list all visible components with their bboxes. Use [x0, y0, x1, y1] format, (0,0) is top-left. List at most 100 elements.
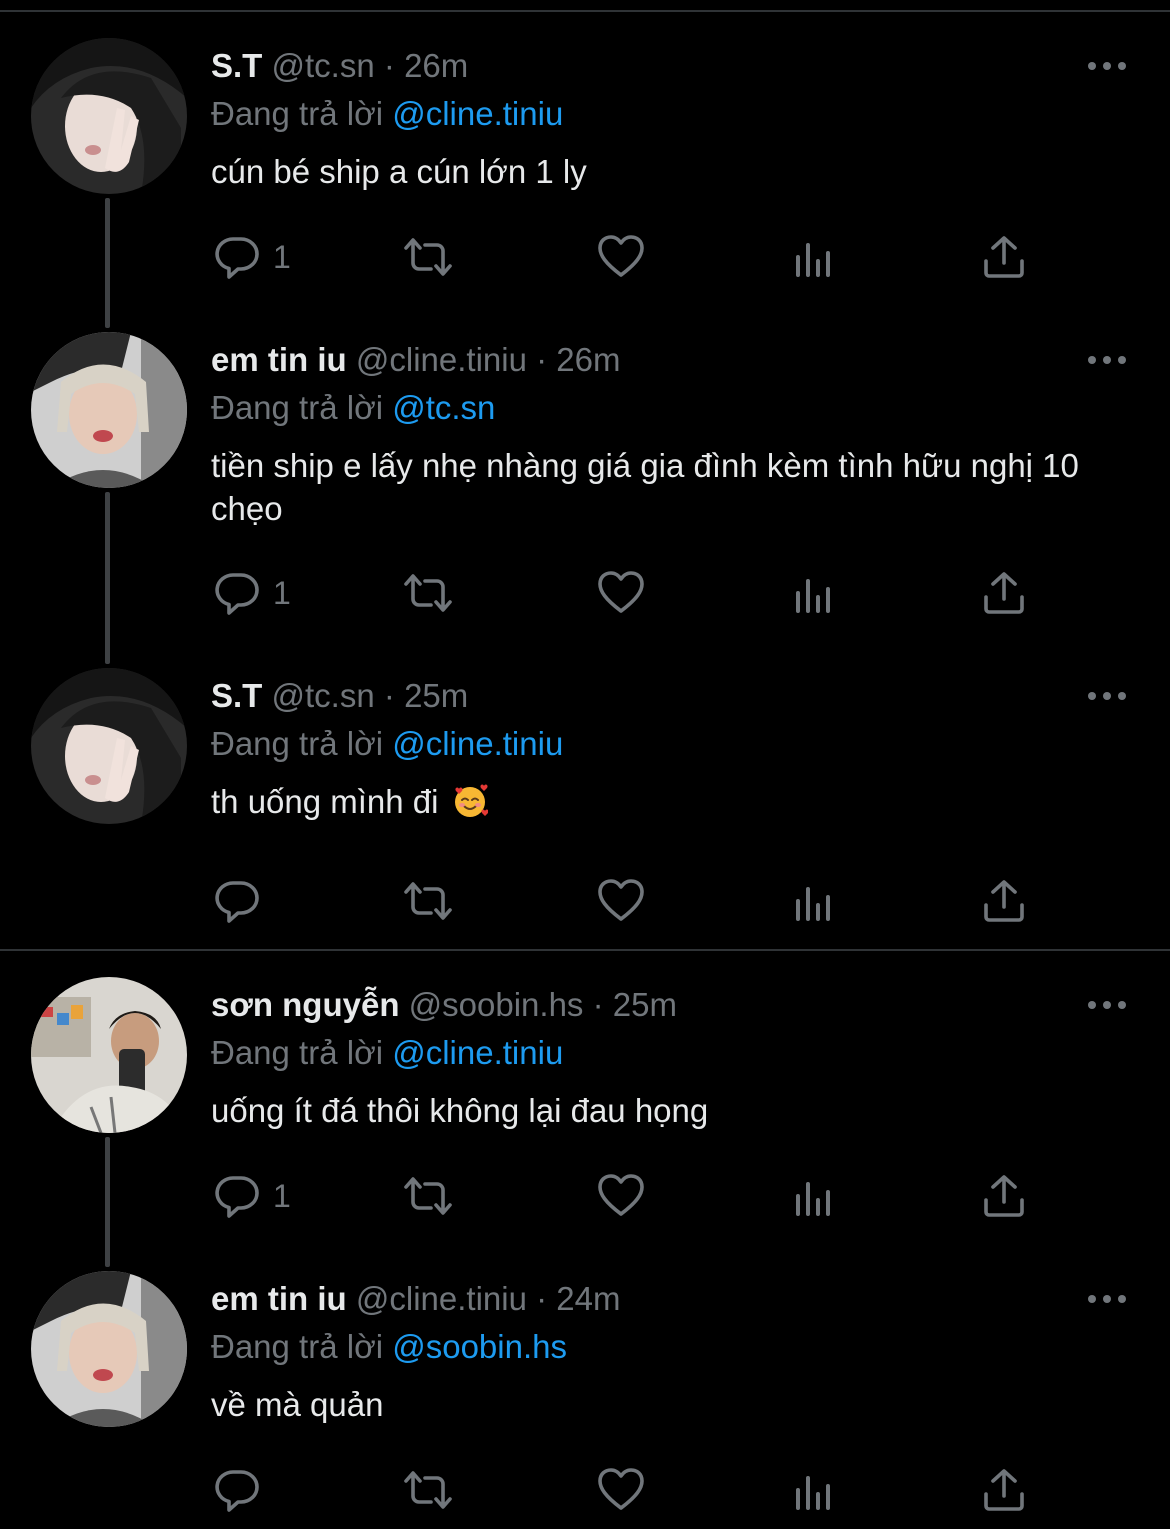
- more-icon[interactable]: [1087, 1291, 1127, 1301]
- views-button[interactable]: [789, 568, 837, 618]
- tweet-actions: [0, 876, 1170, 926]
- like-button[interactable]: [597, 1465, 645, 1515]
- retweet-icon: [400, 233, 456, 281]
- retweet-button[interactable]: [400, 1465, 456, 1515]
- share-icon: [980, 233, 1028, 281]
- tweet-text: tiền ship e lấy nhẹ nhàng giá gia đình k…: [211, 447, 1079, 527]
- reply-icon: [213, 1172, 261, 1220]
- views-icon: [789, 1466, 837, 1514]
- more-icon[interactable]: [1087, 58, 1127, 68]
- views-button[interactable]: [789, 1171, 837, 1221]
- retweet-button[interactable]: [400, 876, 456, 926]
- avatar[interactable]: [31, 1271, 187, 1427]
- retweet-button[interactable]: [400, 568, 456, 618]
- reply-count: 1: [273, 575, 291, 611]
- mention-link[interactable]: @cline.tiniu: [392, 725, 563, 762]
- replying-to-label: Đang trả lời: [211, 725, 384, 762]
- like-button[interactable]: [597, 1171, 645, 1221]
- display-name[interactable]: S.T: [211, 47, 262, 84]
- reply-count: 1: [273, 1178, 291, 1214]
- like-icon: [597, 233, 645, 281]
- replying-to-label: Đang trả lời: [211, 1328, 384, 1365]
- share-icon: [980, 877, 1028, 925]
- retweet-button[interactable]: [400, 232, 456, 282]
- retweet-button[interactable]: [400, 1171, 456, 1221]
- top-divider: [0, 10, 1170, 12]
- tweet-actions: 1: [0, 232, 1170, 282]
- mention-link[interactable]: @tc.sn: [392, 389, 495, 426]
- mention-link[interactable]: @cline.tiniu: [392, 95, 563, 132]
- display-name[interactable]: em tin iu: [211, 1280, 347, 1317]
- display-name[interactable]: S.T: [211, 677, 262, 714]
- reply-icon: [213, 569, 261, 617]
- like-button[interactable]: [597, 568, 645, 618]
- like-button[interactable]: [597, 876, 645, 926]
- like-icon: [597, 1466, 645, 1514]
- timestamp[interactable]: 24m: [556, 1280, 620, 1317]
- avatar[interactable]: [31, 668, 187, 824]
- replying-to: Đang trả lời @cline.tiniu: [211, 1033, 563, 1073]
- views-button[interactable]: [789, 1465, 837, 1515]
- share-button[interactable]: [980, 1171, 1028, 1221]
- display-name[interactable]: sơn nguyễn: [211, 986, 399, 1023]
- tweet-actions: [0, 1465, 1170, 1515]
- reply-button[interactable]: 1: [213, 1171, 291, 1221]
- more-icon[interactable]: [1087, 997, 1127, 1007]
- retweet-icon: [400, 1172, 456, 1220]
- more-icon[interactable]: [1087, 688, 1127, 698]
- more-icon[interactable]: [1087, 352, 1127, 362]
- avatar[interactable]: [31, 332, 187, 488]
- views-icon: [789, 233, 837, 281]
- tweet-header: S.T @tc.sn · 25m: [211, 676, 468, 716]
- reply-button[interactable]: 1: [213, 232, 291, 282]
- replying-to-label: Đang trả lời: [211, 95, 384, 132]
- like-icon: [597, 1172, 645, 1220]
- retweet-icon: [400, 1466, 456, 1514]
- reply-button[interactable]: [213, 876, 273, 926]
- views-button[interactable]: [789, 232, 837, 282]
- mention-link[interactable]: @soobin.hs: [392, 1328, 567, 1365]
- user-handle[interactable]: @cline.tiniu: [356, 1280, 527, 1317]
- share-icon: [980, 569, 1028, 617]
- reply-count: 1: [273, 239, 291, 275]
- smiling-face-with-hearts-icon: [454, 784, 488, 817]
- replying-to: Đang trả lời @soobin.hs: [211, 1327, 567, 1367]
- tweet-header: S.T @tc.sn · 26m: [211, 46, 468, 86]
- tweet-actions: 1: [0, 568, 1170, 618]
- tweet-header: sơn nguyễn @soobin.hs · 25m: [211, 985, 677, 1025]
- views-button[interactable]: [789, 876, 837, 926]
- tweet-header: em tin iu @cline.tiniu · 24m: [211, 1279, 620, 1319]
- mention-link[interactable]: @cline.tiniu: [392, 1034, 563, 1071]
- share-icon: [980, 1466, 1028, 1514]
- user-handle[interactable]: @soobin.hs: [409, 986, 584, 1023]
- timestamp[interactable]: 25m: [613, 986, 677, 1023]
- tweet-header: em tin iu @cline.tiniu · 26m: [211, 340, 620, 380]
- reply-button[interactable]: 1: [213, 568, 291, 618]
- separator-dot: ·: [536, 1280, 548, 1317]
- display-name[interactable]: em tin iu: [211, 341, 347, 378]
- share-button[interactable]: [980, 876, 1028, 926]
- avatar[interactable]: [31, 38, 187, 194]
- avatar[interactable]: [31, 977, 187, 1133]
- tweet-text: về mà quản: [211, 1386, 384, 1423]
- reply-button[interactable]: [213, 1465, 273, 1515]
- retweet-icon: [400, 569, 456, 617]
- share-button[interactable]: [980, 232, 1028, 282]
- user-handle[interactable]: @cline.tiniu: [356, 341, 527, 378]
- reply-icon: [213, 877, 261, 925]
- share-button[interactable]: [980, 568, 1028, 618]
- user-handle[interactable]: @tc.sn: [272, 47, 375, 84]
- separator-dot: ·: [592, 986, 604, 1023]
- reply-icon: [213, 233, 261, 281]
- user-handle[interactable]: @tc.sn: [272, 677, 375, 714]
- like-icon: [597, 569, 645, 617]
- timestamp[interactable]: 26m: [404, 47, 468, 84]
- timestamp[interactable]: 26m: [556, 341, 620, 378]
- retweet-icon: [400, 877, 456, 925]
- replying-to-label: Đang trả lời: [211, 1034, 384, 1071]
- like-button[interactable]: [597, 232, 645, 282]
- timestamp[interactable]: 25m: [404, 677, 468, 714]
- views-icon: [789, 569, 837, 617]
- views-icon: [789, 877, 837, 925]
- share-button[interactable]: [980, 1465, 1028, 1515]
